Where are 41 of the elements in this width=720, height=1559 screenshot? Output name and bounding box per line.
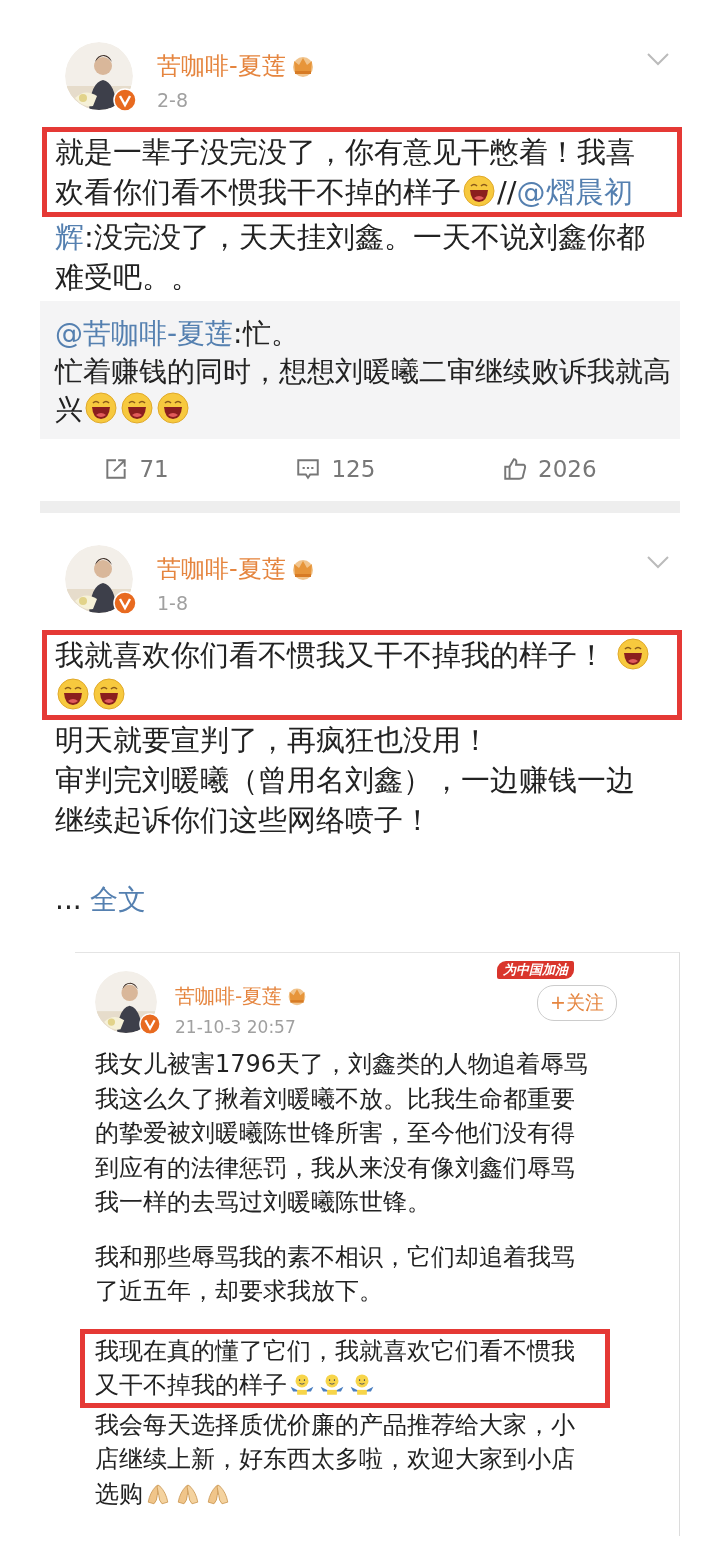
shrugging-emoji-icon [319,1372,345,1398]
laughing-emoji-icon [121,392,153,424]
laughing-emoji-icon [85,392,117,424]
action-comment-button[interactable]: 125 [295,456,376,482]
post-text: 我会每天选择质优价廉的产品推荐给大家，小店继续上新，好东西太多啦，欢迎大家到小店选购 [94,1409,576,1510]
laughing-emoji-icon [157,392,189,424]
laughing-emoji-icon [57,678,89,710]
highlighted-text: 我现在真的懂了它们，我就喜欢它们看不惯我又干不掉我的样子 [80,1328,610,1408]
mention-link[interactable]: @熠晨初 [516,175,633,209]
thumbs-up-icon [502,456,529,482]
chevron-down-icon[interactable] [646,555,670,569]
comment-icon [295,456,322,482]
repost-text: @苦咖啡-夏莲:忙。 [55,316,300,352]
post-text: 明天就要宣判了，再疯狂也没用！ [54,722,491,759]
post-text: 审判完刘暖曦（曾用名刘鑫），一边赚钱一边继续起诉你们这些网络喷子！ [54,762,636,839]
post-text: 我和那些辱骂我的素不相识，它们却追着我骂了近五年，却要求我放下。 [94,1241,576,1307]
laughing-emoji-icon [463,175,495,207]
repost-text: 忙着赚钱的同时，想想刘暖曦二审继续败诉我就高兴 [55,354,672,428]
post-text: 辉:没完没了，天天挂刘鑫。一天不说刘鑫你都难受吧。。 [54,219,646,296]
promo-badge: 为中国加油 [497,961,575,979]
author-name[interactable]: 苦咖啡-夏莲 [175,983,283,1009]
highlighted-text: 就是一辈子没完没了，你有意见干憋着！我喜欢看你们看不惯我干不掉的样子 //@熠晨初 [42,127,682,217]
laughing-emoji-icon [93,678,125,710]
highlighted-text: 我就喜欢你们看不惯我又干不掉我的样子！ [42,630,682,720]
follow-button[interactable]: +关注 [537,985,617,1021]
expand-link[interactable]: 全文 [89,883,146,916]
mention-link[interactable]: @苦咖啡-夏莲 [55,317,234,350]
action-like-button[interactable]: 2026 [502,456,597,482]
post-date: 2-8 [157,88,190,113]
mention-link[interactable]: 辉 [55,220,84,254]
shrugging-emoji-icon [349,1372,375,1398]
post-date: 1-8 [157,591,190,616]
author-name[interactable]: 苦咖啡-夏莲 [157,553,286,585]
laughing-emoji-icon [617,638,650,670]
ellipsis-text: ... [55,883,82,916]
post-date: 21-10-3 20:57 [175,1016,297,1039]
action-repost-button[interactable]: 71 [103,456,169,482]
shrugging-emoji-icon [289,1372,315,1398]
post-text: 我女儿被害1796天了，刘鑫类的人物追着辱骂我这么久了揪着刘暖曦不放。比我生命都重要的挚爱被刘暖曦陈世锋所害，至今他们没有得到应有的法律惩罚，我从来没有像刘鑫们辱骂我一样的去骂过刘暖曦陈世锋。 [94,1049,590,1218]
author-name[interactable]: 苦咖啡-夏莲 [157,50,286,82]
chevron-down-icon[interactable] [646,52,670,66]
